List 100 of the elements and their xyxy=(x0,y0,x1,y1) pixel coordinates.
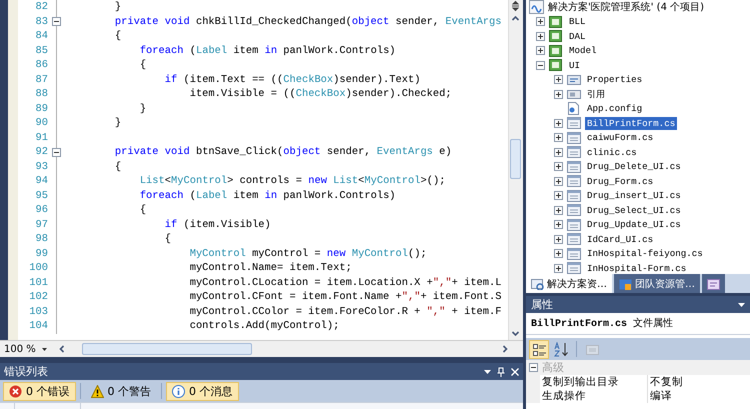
expand-icon[interactable] xyxy=(536,17,545,26)
tree-item[interactable]: 引用 xyxy=(585,88,607,101)
tree-item[interactable]: Drug_Update_UI.cs xyxy=(585,218,683,232)
line-number: 89 xyxy=(34,102,48,115)
line-number: 99 xyxy=(34,248,48,260)
panel-tab[interactable]: 解决方案资… xyxy=(526,274,612,293)
line-number: 103 xyxy=(28,306,48,318)
sort-button[interactable] xyxy=(551,340,571,358)
line-number: 90 xyxy=(34,117,48,130)
code-line: myControl.Name= item.Text; xyxy=(188,261,352,276)
classes-tab-icon xyxy=(707,278,720,290)
form-file-icon xyxy=(567,203,581,218)
collapse-icon[interactable] xyxy=(536,60,545,70)
form-file-icon xyxy=(567,160,581,174)
expand-icon[interactable] xyxy=(554,234,563,244)
categorized-icon xyxy=(532,342,546,356)
tree-item[interactable]: Model xyxy=(567,44,599,58)
expand-icon[interactable] xyxy=(554,176,563,186)
panel-tab[interactable] xyxy=(702,274,725,293)
code-line: private void btnSave_Click(object sender, EventArgs e) xyxy=(114,145,452,160)
code-line: { xyxy=(114,29,122,44)
line-number: 83 xyxy=(34,16,48,28)
dropdown-icon[interactable] xyxy=(484,370,491,374)
expand-icon[interactable] xyxy=(536,46,545,56)
line-number: 96 xyxy=(34,204,48,216)
tree-item[interactable]: DAL xyxy=(567,30,588,43)
scrollbar-thumb[interactable] xyxy=(82,343,252,356)
panel-title: 错误列表 xyxy=(4,364,49,379)
line-number: 101 xyxy=(28,276,48,289)
line-number: 93 xyxy=(34,160,48,173)
splitter-icon[interactable] xyxy=(509,0,522,12)
category-label: 高级 xyxy=(542,360,564,375)
solution-title[interactable]: 解决方案'医院管理系统' (4 个项目) xyxy=(548,0,704,14)
code-line: MyControl myControl = new MyControl(); xyxy=(188,246,427,261)
caret-icon xyxy=(42,348,47,351)
line-number: 94 xyxy=(34,175,48,188)
close-icon[interactable] xyxy=(511,368,519,376)
expand-icon[interactable] xyxy=(554,191,563,200)
line-number: 82 xyxy=(34,1,48,14)
object-selector[interactable]: BillPrintForm.cs 文件属性 xyxy=(526,315,750,335)
code-line: myControl.CLocation = item.Location.X +","+ item.L xyxy=(188,276,502,290)
filter-button[interactable]: 0 个警告 xyxy=(84,382,157,400)
info-icon xyxy=(172,384,185,398)
form-file-icon xyxy=(567,145,581,160)
tree-item[interactable]: Drug_insert_UI.cs xyxy=(585,189,683,202)
code-line: } xyxy=(114,116,122,130)
tree-item[interactable]: clinic.cs xyxy=(585,146,639,159)
expand-icon[interactable] xyxy=(554,90,563,99)
expand-icon[interactable] xyxy=(554,249,563,258)
tree-item[interactable]: BillPrintForm.cs xyxy=(585,116,678,130)
tree-item[interactable]: App.config xyxy=(585,102,644,116)
panel-tab[interactable]: 团队资源管… xyxy=(614,274,700,293)
expand-icon[interactable] xyxy=(554,148,563,157)
categorized-button[interactable] xyxy=(529,340,549,358)
line-number: 102 xyxy=(28,291,48,304)
tree-item[interactable]: Drug_Delete_UI.cs xyxy=(585,160,683,174)
line-number: 100 xyxy=(28,262,48,274)
code-line: if (item.Text == ((CheckBox)sender).Text) xyxy=(164,72,420,87)
dropdown-icon[interactable] xyxy=(738,302,745,306)
expand-icon[interactable] xyxy=(554,75,563,84)
expand-icon[interactable] xyxy=(554,220,563,230)
form-file-icon xyxy=(567,188,581,203)
tree-item[interactable]: Drug_Form.cs xyxy=(585,174,656,188)
collapse-icon[interactable] xyxy=(52,148,61,157)
tree-item[interactable]: Properties xyxy=(585,73,644,86)
code-line: item.Visible = ((CheckBox)sender).Checked; xyxy=(188,87,452,102)
property-value[interactable]: 编译 xyxy=(648,389,750,403)
code-line: } xyxy=(114,0,122,14)
collapse-icon[interactable] xyxy=(52,17,61,26)
expand-icon[interactable] xyxy=(536,32,545,41)
tree-item[interactable]: Drug_Select_UI.cs xyxy=(585,204,683,217)
line-number: 88 xyxy=(34,88,48,100)
alphabetical-icon xyxy=(554,342,568,356)
error-icon xyxy=(9,384,22,398)
expand-icon[interactable] xyxy=(554,264,563,273)
filter-button[interactable]: 0 个错误 xyxy=(3,382,76,400)
expand-icon[interactable] xyxy=(554,162,563,172)
project-icon xyxy=(549,14,563,29)
tree-item[interactable]: BLL xyxy=(567,15,588,28)
filter-button[interactable]: 0 个消息 xyxy=(166,382,238,400)
property-value[interactable]: 不复制 xyxy=(648,375,750,389)
tree-item[interactable]: UI xyxy=(567,58,582,72)
project-icon xyxy=(549,44,563,58)
references-icon xyxy=(567,87,581,102)
form-file-icon xyxy=(567,174,581,188)
expand-icon[interactable] xyxy=(554,118,563,128)
panel-title: 属性 xyxy=(531,297,554,312)
collapse-icon[interactable] xyxy=(529,363,538,372)
tree-item[interactable]: IdCard_UI.cs xyxy=(585,232,656,246)
tree-item[interactable]: caiwuForm.cs xyxy=(585,131,656,144)
tree-item[interactable]: InHospital-Form.cs xyxy=(585,262,688,274)
pin-icon[interactable] xyxy=(497,366,505,376)
line-number: 86 xyxy=(34,59,48,72)
expand-icon[interactable] xyxy=(554,133,563,142)
tree-item[interactable]: InHospital-feiyong.cs xyxy=(585,247,705,260)
scrollbar-thumb[interactable] xyxy=(510,139,521,179)
line-number: 85 xyxy=(34,44,48,57)
code-line: } xyxy=(138,102,146,116)
expand-icon[interactable] xyxy=(554,206,563,215)
grid-gutter xyxy=(526,389,540,403)
